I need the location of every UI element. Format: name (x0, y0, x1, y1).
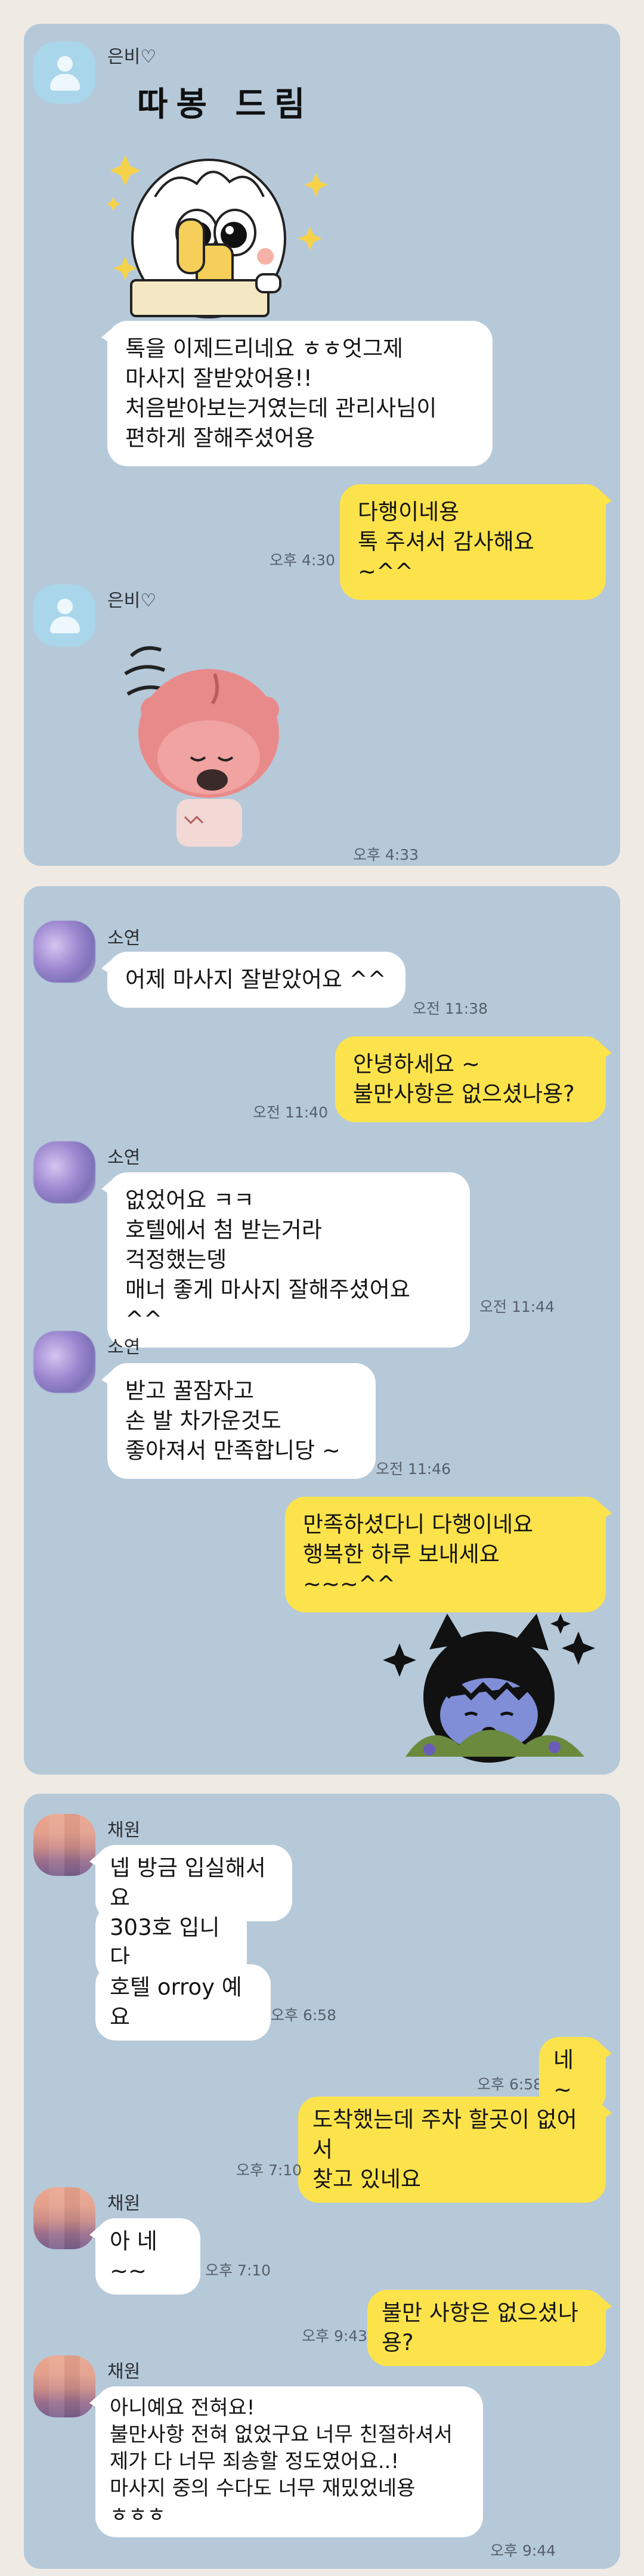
bowing-character-sticker[interactable] (119, 638, 298, 853)
message-time: 오후 6:58 (477, 2076, 543, 2093)
profile-avatar[interactable] (33, 1141, 95, 1203)
message-time: 오후 7:10 (205, 2262, 271, 2279)
chat-panel-2: 소연 어제 마사지 잘받았어요 ^^ 오전 11:38 안녕하세요 ~ 불만사항… (24, 886, 620, 1775)
sender-name: 채원 (107, 2193, 141, 2214)
message-time: 오전 11:46 (376, 1460, 451, 1478)
thumbs-up-character-icon (107, 155, 328, 318)
message-time: 오후 7:10 (236, 2162, 302, 2179)
message-bubble[interactable]: 없었어요 ㅋㅋ 호텔에서 첨 받는거라 걱정했는뎅 매너 좋게 마사지 잘해주셨… (101, 1172, 470, 1348)
profile-avatar[interactable] (33, 1814, 95, 1876)
sender-name: 소연 (107, 1147, 141, 1168)
sender-name: 채원 (107, 1820, 141, 1841)
message-time: 오후 6:58 (271, 2007, 337, 2024)
profile-avatar[interactable] (33, 42, 95, 104)
message-bubble[interactable]: 아 네~~ (89, 2218, 200, 2295)
person-icon (57, 599, 73, 614)
my-message-bubble[interactable]: 안녕하세요 ~ 불만사항은 없으셨나용? (335, 1036, 612, 1122)
profile-avatar[interactable] (33, 584, 95, 646)
person-icon (57, 56, 73, 72)
my-message-bubble[interactable]: 만족하셨다니 다행이네요 행복한 하루 보내세요 ~~~^^ (285, 1497, 612, 1612)
sender-name: 은비♡ (107, 590, 157, 611)
message-time: 오후 9:43 (302, 2327, 368, 2345)
message-time: 오후 4:30 (270, 552, 336, 569)
cat-character-sticker[interactable] (382, 1596, 608, 1775)
message-bubble[interactable]: 아니예요 전혀요! 불만사항 전혀 없었구요 너무 친절하셔서 제가 다 너무 … (89, 2386, 483, 2537)
sender-name: 소연 (107, 1337, 141, 1358)
my-message-bubble[interactable]: 다행이네용 톡 주셔서 감사해요 ~^^ (340, 484, 612, 600)
message-bubble[interactable]: 호텔 orroy 예요 (95, 1964, 271, 2041)
profile-avatar[interactable] (33, 2355, 95, 2417)
message-time: 오전 11:38 (413, 1000, 488, 1017)
thumbs-up-sticker[interactable]: 따봉 드림 (107, 78, 370, 328)
message-bubble[interactable]: 톡을 이제드리네요 ㅎㅎ엇그제 마사지 잘받았어용!! 처음받아보는거였는데 관… (101, 321, 493, 466)
profile-avatar[interactable] (33, 921, 95, 983)
my-message-bubble[interactable]: 도착했는데 주차 할곳이 없어서 찾고 있네요 (298, 2097, 612, 2203)
message-time: 오전 11:40 (253, 1104, 328, 1121)
chat-panel-3: 채원 넵 방금 입실해서요 303호 입니다 호텔 orroy 예요 오후 6:… (24, 1794, 620, 2569)
sender-name: 소연 (107, 928, 141, 949)
message-bubble[interactable]: 받고 꿀잠자고 손 발 차가운것도 좋아져서 만족합니당 ~ (101, 1363, 376, 1479)
message-time: 오전 11:44 (479, 1298, 555, 1315)
sender-name: 채원 (107, 2361, 141, 2382)
profile-avatar[interactable] (33, 1331, 95, 1393)
sender-name: 은비♡ (107, 47, 157, 67)
message-bubble[interactable]: 어제 마사지 잘받았어요 ^^ (101, 952, 405, 1008)
chat-panel-1: 은비♡ 따봉 드림 톡을 이제드리네요 ㅎㅎ엇그제 마사지 잘받았어용!! 처음… (24, 24, 620, 866)
my-message-bubble[interactable]: 불만 사항은 없으셨나용? (367, 2290, 612, 2366)
message-time: 오후 4:33 (353, 846, 419, 863)
message-time: 오후 9:44 (490, 2542, 556, 2559)
profile-avatar[interactable] (33, 2187, 95, 2249)
